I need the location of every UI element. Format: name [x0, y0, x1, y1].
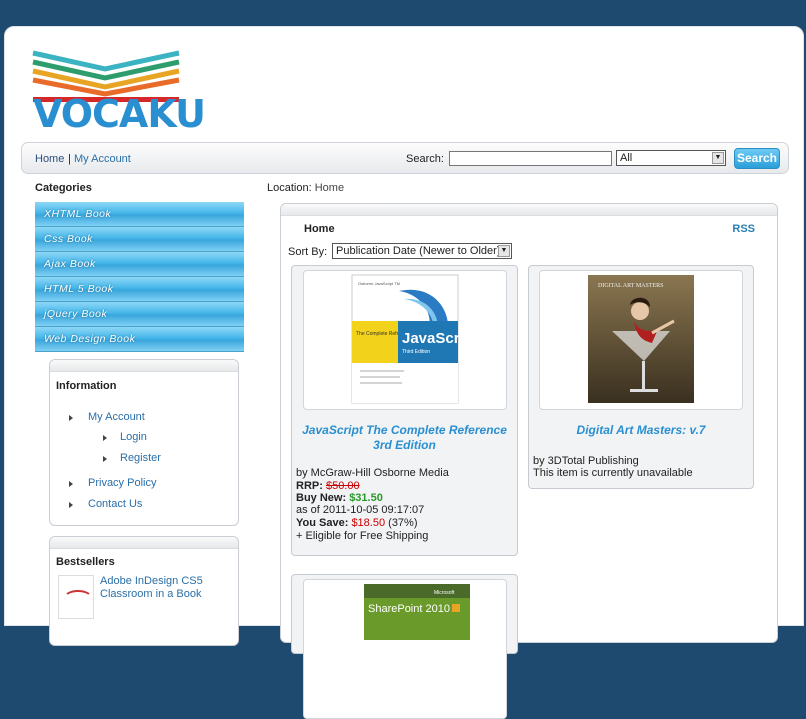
- info-register-link[interactable]: Register: [120, 452, 161, 464]
- box-header: [50, 537, 238, 549]
- cover-title: DIGITAL ART MASTERS: [598, 283, 664, 289]
- sort-value: Publication Date (Newer to Older): [336, 245, 501, 257]
- info-login-link[interactable]: Login: [120, 431, 147, 443]
- product-publisher: by McGraw-Hill Osborne Media: [296, 467, 449, 479]
- search-scope-value: All: [620, 152, 633, 164]
- product-card: DIGITAL ART MASTERS Digital Art Masters:…: [528, 265, 754, 489]
- category-ajax-book[interactable]: Ajax Book: [35, 252, 244, 277]
- you-save-value: $18.50: [351, 517, 386, 529]
- bestseller-cover-image[interactable]: [58, 575, 94, 619]
- cover-edition: Third Edition: [402, 349, 430, 355]
- information-box: Information My Account Login Register Pr…: [49, 359, 239, 526]
- rrp-value: $50.00: [325, 480, 360, 492]
- cover-title: JavaScript: [402, 330, 478, 347]
- categories-list: XHTML Book Css Book Ajax Book HTML 5 Boo…: [35, 202, 244, 352]
- category-xhtml-book[interactable]: XHTML Book: [35, 202, 244, 227]
- rss-link[interactable]: RSS: [732, 223, 755, 235]
- page-title: Home: [304, 223, 335, 235]
- bestsellers-box: Bestsellers Adobe InDesign CS5 Classroom…: [49, 536, 239, 646]
- page-container: VOCAKU Home | My Account Search: All ▼ S…: [4, 26, 804, 719]
- location-label: Location:: [267, 182, 312, 194]
- nav-home-link[interactable]: Home: [35, 153, 64, 165]
- product-title-link[interactable]: Digital Art Masters: v.7: [529, 423, 753, 438]
- product-availability: This item is currently unavailable: [533, 467, 693, 479]
- product-shipping: + Eligible for Free Shipping: [296, 530, 429, 542]
- cover-title: SharePoint 2010: [368, 603, 450, 615]
- bullet-arrow-icon: [69, 481, 73, 487]
- chevron-down-icon: ▼: [498, 245, 510, 257]
- category-html5-book[interactable]: HTML 5 Book: [35, 277, 244, 302]
- bullet-arrow-icon: [69, 415, 73, 421]
- you-save-percent: (37%): [388, 517, 418, 529]
- search-scope-select[interactable]: All ▼: [616, 150, 726, 166]
- rrp-label: RRP:: [296, 480, 323, 492]
- search-input[interactable]: [449, 151, 612, 166]
- logo-text: VOCAKU: [33, 92, 206, 136]
- sort-select[interactable]: Publication Date (Newer to Older) ▼: [332, 243, 512, 259]
- bullet-arrow-icon: [103, 456, 107, 462]
- category-web-design-book[interactable]: Web Design Book: [35, 327, 244, 352]
- product-card: Osborne JavaScript TM The Complete Refer…: [291, 265, 518, 556]
- category-css-book[interactable]: Css Book: [35, 227, 244, 252]
- nav-separator: |: [68, 153, 71, 165]
- product-image[interactable]: DIGITAL ART MASTERS: [539, 270, 743, 410]
- bullet-arrow-icon: [69, 502, 73, 508]
- product-image[interactable]: Microsoft SharePoint 2010: [303, 579, 507, 719]
- product-asof: as of 2011-10-05 09:17:07: [296, 504, 425, 516]
- nav-my-account-link[interactable]: My Account: [74, 153, 131, 165]
- digital-art-masters-cover-icon: DIGITAL ART MASTERS: [588, 275, 694, 403]
- product-image[interactable]: Osborne JavaScript TM The Complete Refer…: [303, 270, 507, 410]
- bestsellers-heading: Bestsellers: [56, 556, 115, 568]
- info-privacy-link[interactable]: Privacy Policy: [88, 477, 156, 489]
- product-savings: You Save: $18.50 (37%): [296, 517, 418, 529]
- categories-heading: Categories: [35, 182, 92, 194]
- product-card: Microsoft SharePoint 2010: [291, 574, 518, 719]
- product-buy-new: Buy New: $31.50: [296, 492, 383, 504]
- javascript-book-cover-icon: Osborne JavaScript TM The Complete Refer…: [351, 274, 478, 404]
- buy-new-label: Buy New:: [296, 492, 347, 504]
- box-header: [50, 360, 238, 372]
- sharepoint-book-cover-icon: Microsoft SharePoint 2010: [364, 584, 470, 644]
- you-save-label: You Save:: [296, 517, 349, 529]
- category-jquery-book[interactable]: jQuery Book: [35, 302, 244, 327]
- info-my-account-link[interactable]: My Account: [88, 411, 145, 423]
- cover-brand: Microsoft: [434, 590, 455, 596]
- buy-new-price: $31.50: [349, 492, 383, 504]
- product-rrp: RRP: $50.00: [296, 480, 360, 492]
- box-header: [281, 204, 777, 216]
- product-publisher: by 3DTotal Publishing: [533, 455, 639, 467]
- main-content-box: Home RSS Sort By: Publication Date (Newe…: [280, 203, 778, 719]
- info-contact-link[interactable]: Contact Us: [88, 498, 142, 510]
- bestseller-link[interactable]: Adobe InDesign CS5 Classroom in a Book: [100, 575, 220, 601]
- search-button[interactable]: Search: [734, 148, 780, 169]
- chevron-down-icon: ▼: [712, 152, 724, 164]
- information-heading: Information: [56, 380, 117, 392]
- search-label: Search:: [406, 153, 444, 165]
- cover-series: Osborne JavaScript TM: [358, 281, 400, 286]
- sort-label: Sort By:: [288, 246, 328, 258]
- top-navbar: Home | My Account Search: All ▼ Search: [21, 142, 789, 174]
- bullet-arrow-icon: [103, 435, 107, 441]
- product-title-link[interactable]: JavaScript The Complete Reference 3rd Ed…: [292, 423, 517, 453]
- location-home-link[interactable]: Home: [315, 182, 344, 194]
- breadcrumb: Location: Home: [267, 182, 344, 194]
